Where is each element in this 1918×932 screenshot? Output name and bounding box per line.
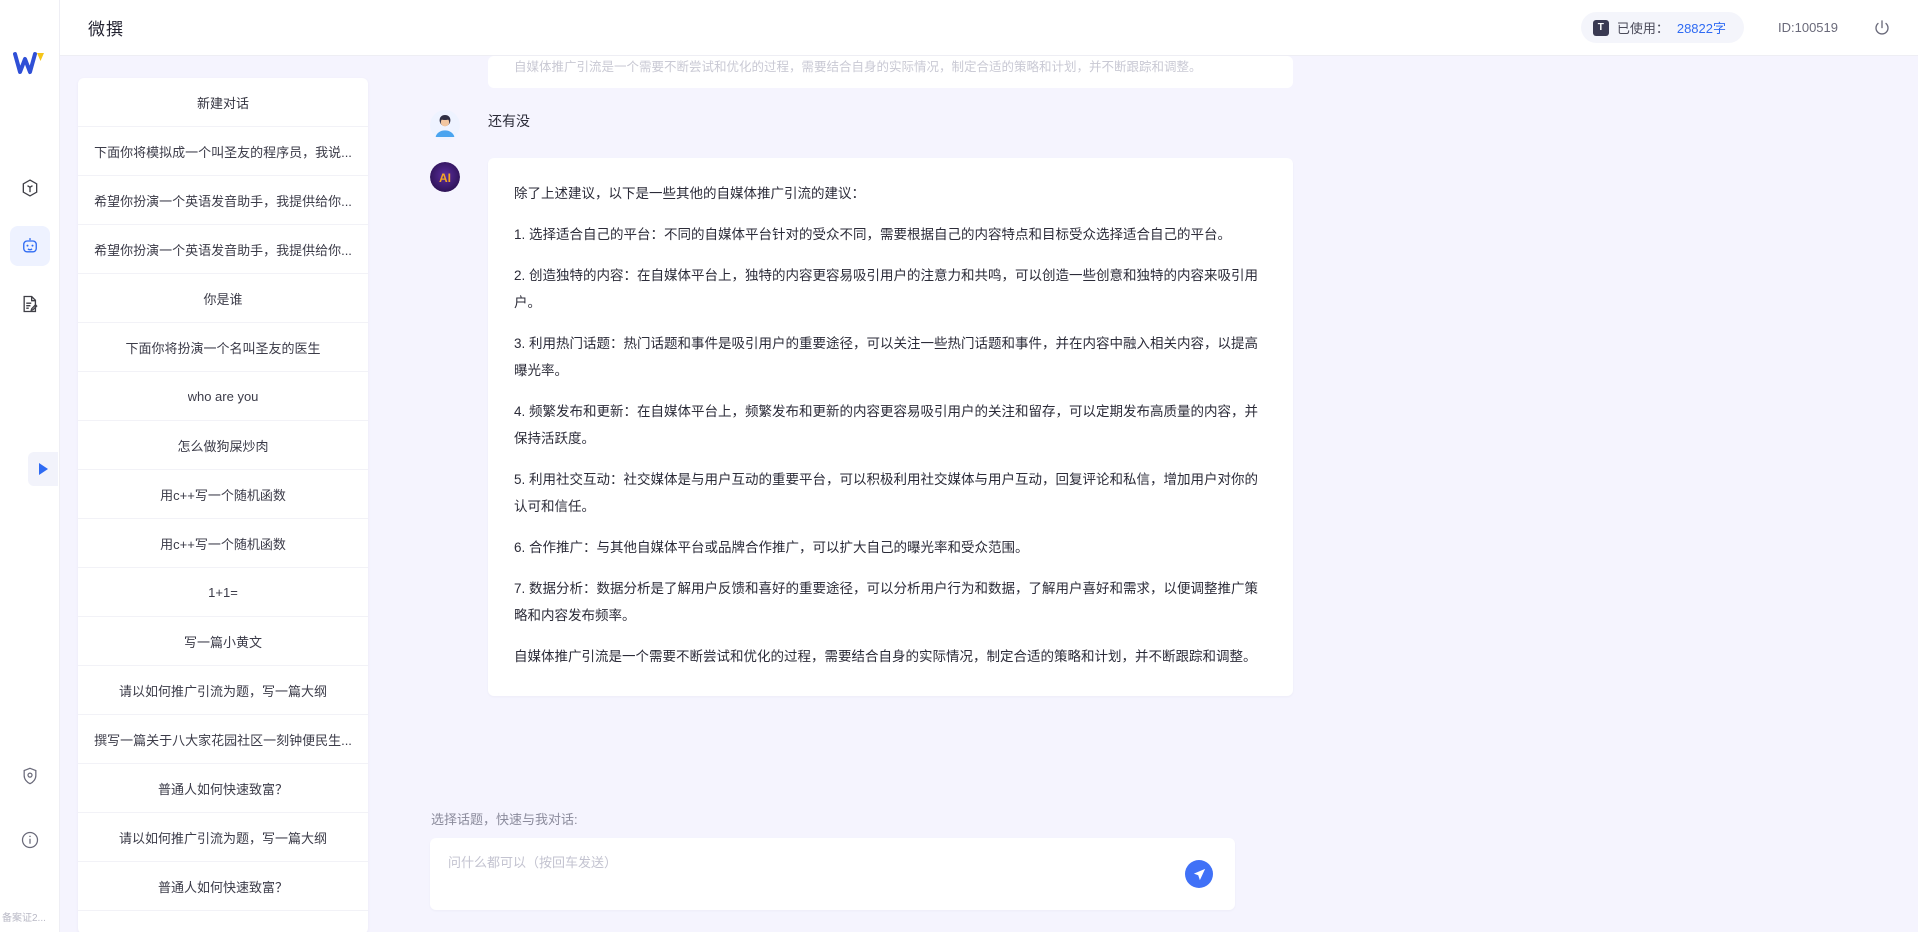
list-item[interactable]: 普通人如何快速致富？ xyxy=(78,862,368,911)
conversation-sidebar: 新建对话 下面你将模拟成一个叫圣友的程序员，我说... 希望你扮演一个英语发音助… xyxy=(60,56,368,932)
play-triangle-icon xyxy=(36,461,50,477)
message-input[interactable] xyxy=(430,838,1130,910)
ai-paragraph: 7. 数据分析：数据分析是了解用户反馈和喜好的重要途径，可以分析用户行为和数据，… xyxy=(514,575,1267,629)
rail-item-info[interactable] xyxy=(10,820,50,860)
list-item[interactable]: 希望你扮演一个英语发音助手，我提供给你... xyxy=(78,176,368,225)
ai-paragraph: 2. 创造独特的内容：在自媒体平台上，独特的内容更容易吸引用户的注意力和共鸣，可… xyxy=(514,262,1267,316)
composer: 选择话题，快速与我对话: xyxy=(368,793,1918,932)
rail-item-shield[interactable] xyxy=(10,756,50,796)
list-item[interactable]: 怎么做狗屎炒肉 xyxy=(78,421,368,470)
chat-messages: 自媒体推广引流是一个需要不断尝试和优化的过程，需要结合自身的实际情况，制定合适的… xyxy=(430,56,1430,696)
rail-footer-text: 备案证2... xyxy=(0,909,60,924)
power-icon[interactable] xyxy=(1872,17,1894,39)
list-item[interactable]: 写一篇小黄文 xyxy=(78,617,368,666)
user-id: ID:100519 xyxy=(1778,20,1838,35)
ai-response-card: 除了上述建议，以下是一些其他的自媒体推广引流的建议： 1. 选择适合自己的平台：… xyxy=(488,158,1293,696)
usage-label: 已使用： xyxy=(1617,18,1669,37)
conversation-list: 新建对话 下面你将模拟成一个叫圣友的程序员，我说... 希望你扮演一个英语发音助… xyxy=(78,78,368,932)
ai-paragraph: 6. 合作推广：与其他自媒体平台或品牌合作推广，可以扩大自己的曝光率和受众范围。 xyxy=(514,534,1267,561)
list-item[interactable]: 希望你扮演一个英语发音助手，我提供给你... xyxy=(78,225,368,274)
app-root: 备案证2... 微撰 T 已使用： 28822字 ID:100519 xyxy=(0,0,1918,932)
text-icon: T xyxy=(1593,20,1609,36)
ai-paragraph: 自媒体推广引流是一个需要不断尝试和优化的过程，需要结合自身的实际情况，制定合适的… xyxy=(514,643,1267,670)
ai-paragraph: 1. 选择适合自己的平台：不同的自媒体平台针对的受众不同，需要根据自己的内容特点… xyxy=(514,221,1267,248)
ai-message-body: 除了上述建议，以下是一些其他的自媒体推广引流的建议： 1. 选择适合自己的平台：… xyxy=(488,158,1293,696)
top-header-bar: 微撰 T 已使用： 28822字 ID:100519 xyxy=(60,0,1918,56)
user-message-text: 还有没 xyxy=(488,106,530,136)
new-conversation-button[interactable]: 新建对话 xyxy=(78,78,368,127)
composer-box xyxy=(430,838,1235,910)
chat-scroll-area[interactable]: 自媒体推广引流是一个需要不断尝试和优化的过程，需要结合自身的实际情况，制定合适的… xyxy=(368,56,1918,793)
user-avatar xyxy=(430,110,460,140)
usage-value: 28822字 xyxy=(1677,18,1726,37)
list-item[interactable]: 下面你将模拟成一个叫圣友的程序员，我说... xyxy=(78,127,368,176)
list-item[interactable]: 普通人如何快速致富？ xyxy=(78,764,368,813)
ai-paragraph: 4. 频繁发布和更新：在自媒体平台上，频繁发布和更新的内容更容易吸引用户的关注和… xyxy=(514,398,1267,452)
usage-badge: T 已使用： 28822字 xyxy=(1581,12,1744,43)
list-item[interactable]: 用c++写一个随机函数 xyxy=(78,470,368,519)
list-item[interactable]: 下面你将扮演一个名叫圣友的医生 xyxy=(78,323,368,372)
ai-paragraph: 3. 利用热门话题：热门话题和事件是吸引用户的重要途径，可以关注一些热门话题和事… xyxy=(514,330,1267,384)
rail-secondary-group xyxy=(0,756,60,860)
previous-message-clipped: 自媒体推广引流是一个需要不断尝试和优化的过程，需要结合自身的实际情况，制定合适的… xyxy=(488,56,1293,88)
ai-message-row: AI 除了上述建议，以下是一些其他的自媒体推广引流的建议： 1. 选择适合自己的… xyxy=(430,158,1430,696)
send-button[interactable] xyxy=(1185,860,1213,888)
user-message-body: 还有没 xyxy=(488,106,530,136)
content-body: 新建对话 下面你将模拟成一个叫圣友的程序员，我说... 希望你扮演一个英语发音助… xyxy=(60,56,1918,932)
list-item[interactable]: 1+1= xyxy=(78,568,368,617)
list-item[interactable]: 你是谁 xyxy=(78,274,368,323)
list-item[interactable]: 请以如何推广引流为题，写一篇大纲 xyxy=(78,666,368,715)
list-item[interactable]: 撰写一篇关于八大家花园社区一刻钟便民生... xyxy=(78,715,368,764)
chat-column: 自媒体推广引流是一个需要不断尝试和优化的过程，需要结合自身的实际情况，制定合适的… xyxy=(368,56,1918,932)
new-conversation-label: 新建对话 xyxy=(197,93,249,112)
user-message-row: 还有没 xyxy=(430,106,1430,140)
list-item[interactable]: 请以如何推广引流为题，写一篇大纲 xyxy=(78,813,368,862)
main-area: 微撰 T 已使用： 28822字 ID:100519 xyxy=(60,0,1918,932)
rail-item-cube[interactable] xyxy=(10,168,50,208)
svg-text:AI: AI xyxy=(439,171,451,185)
ai-avatar: AI xyxy=(430,162,460,192)
w-logo[interactable] xyxy=(8,44,52,84)
header-right-group: T 已使用： 28822字 ID:100519 xyxy=(1581,12,1894,43)
left-icon-rail: 备案证2... xyxy=(0,0,60,932)
send-paper-plane-icon xyxy=(1192,867,1207,882)
app-title: 微撰 xyxy=(88,15,124,40)
list-item[interactable]: 用c++写一个随机函数 xyxy=(78,519,368,568)
composer-label: 选择话题，快速与我对话: xyxy=(431,809,1918,828)
sidebar-expand-button[interactable] xyxy=(28,452,58,486)
rail-item-robot[interactable] xyxy=(10,226,50,266)
list-item[interactable]: who are you xyxy=(78,372,368,421)
rail-item-document[interactable] xyxy=(10,284,50,324)
ai-paragraph: 除了上述建议，以下是一些其他的自媒体推广引流的建议： xyxy=(514,180,1267,207)
ai-paragraph: 5. 利用社交互动：社交媒体是与用户互动的重要平台，可以积极利用社交媒体与用户互… xyxy=(514,466,1267,520)
rail-primary-group xyxy=(10,168,50,324)
